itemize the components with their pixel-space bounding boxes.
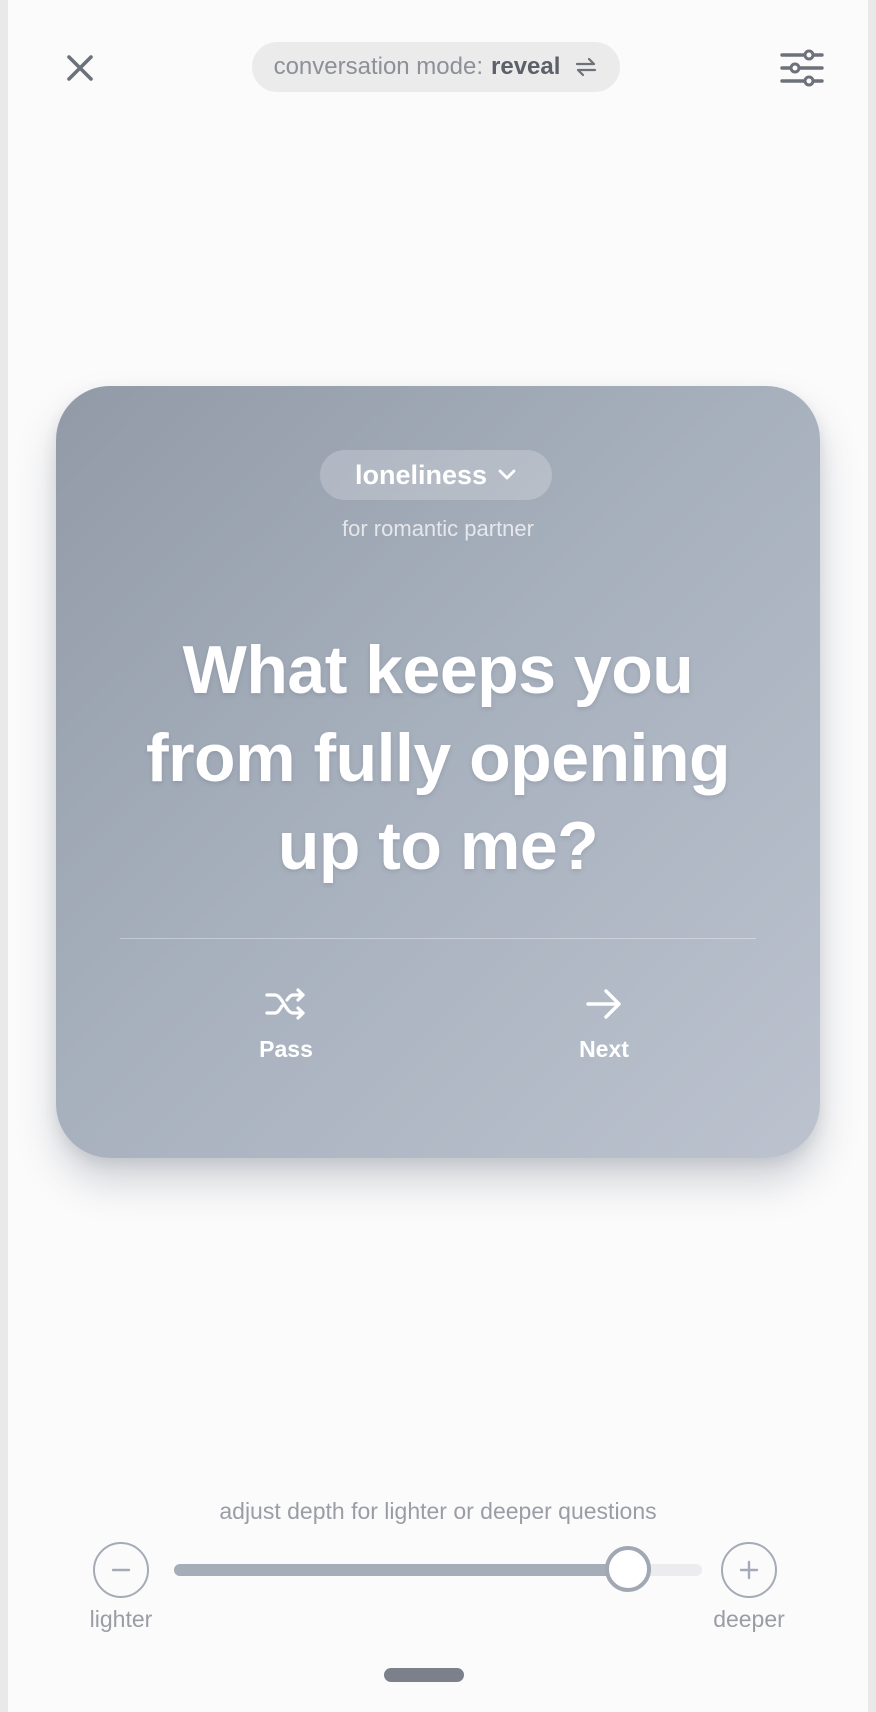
swap-icon (574, 56, 598, 78)
question-text: What keeps you from fully opening up to … (145, 632, 731, 884)
slider-fill (174, 1564, 629, 1576)
next-button[interactable]: Next (534, 986, 674, 1086)
card-divider (120, 938, 756, 939)
app-screen: conversation mode: reveal loneliness for… (8, 0, 868, 1712)
topic-label: loneliness (354, 459, 488, 490)
lighter-label: lighter (89, 1606, 153, 1632)
mode-value: reveal (491, 53, 561, 80)
plus-icon (739, 1560, 759, 1580)
shuffle-icon (265, 988, 305, 1020)
settings-button[interactable] (772, 40, 832, 96)
question-card[interactable]: loneliness for romantic partner What kee… (56, 386, 820, 1158)
mode-label: conversation mode: (273, 53, 484, 80)
home-indicator (384, 1668, 464, 1682)
sliders-icon (780, 49, 824, 87)
depth-hint: adjust depth for lighter or deeper quest… (219, 1498, 657, 1524)
pass-button[interactable]: Pass (216, 986, 356, 1086)
audience-label: for romantic partner (342, 516, 534, 541)
next-label: Next (579, 1036, 629, 1062)
chevron-down-icon (498, 469, 516, 480)
arrow-right-icon (586, 989, 621, 1019)
pass-label: Pass (259, 1036, 313, 1062)
close-icon (67, 55, 93, 81)
lighter-button[interactable] (93, 1542, 149, 1598)
conversation-mode-toggle[interactable]: conversation mode: reveal (252, 42, 620, 92)
topic-selector[interactable]: loneliness (320, 450, 552, 500)
depth-slider[interactable] (174, 1546, 702, 1592)
minus-icon (111, 1568, 131, 1572)
deeper-button[interactable] (721, 1542, 777, 1598)
slider-thumb[interactable] (605, 1546, 652, 1592)
close-button[interactable] (52, 40, 108, 96)
deeper-label: deeper (713, 1606, 785, 1632)
